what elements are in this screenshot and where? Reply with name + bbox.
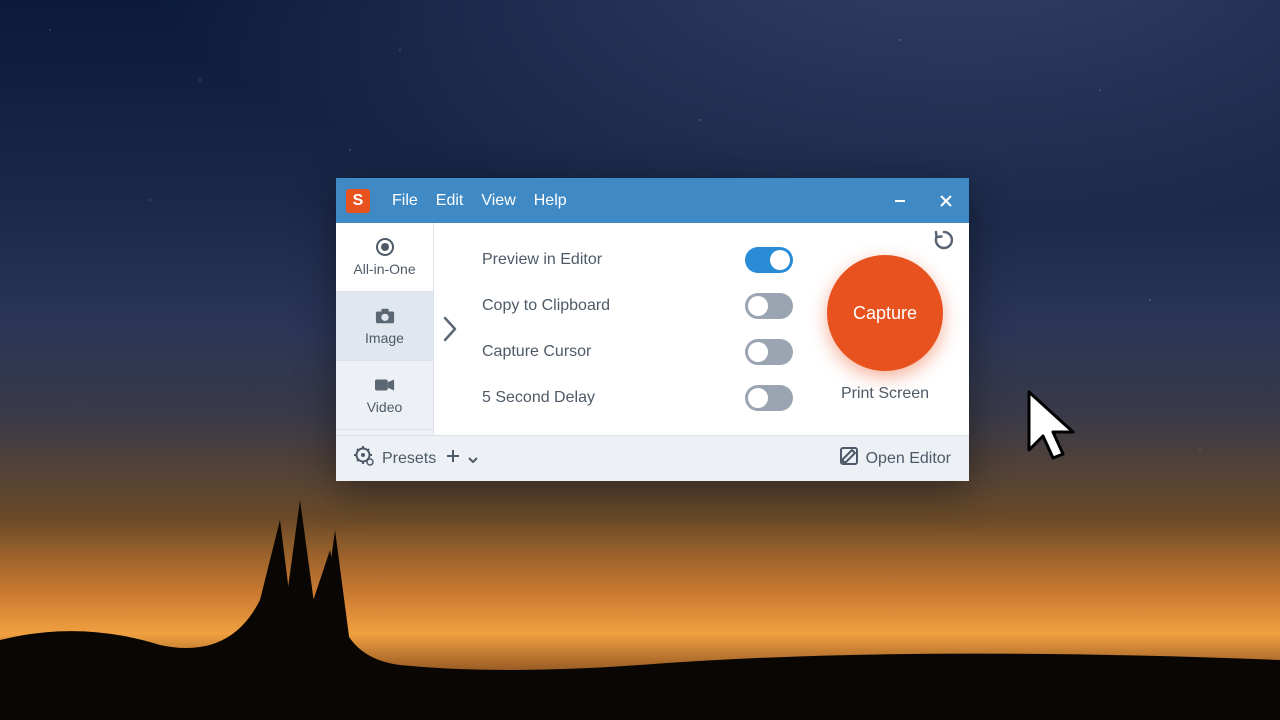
option-label: Preview in Editor <box>482 251 602 269</box>
gear-icon <box>354 446 374 471</box>
toggle-capture-cursor[interactable] <box>745 339 793 365</box>
desktop-background-silhouette <box>0 460 1280 720</box>
toggle-copy-to-clipboard[interactable] <box>745 293 793 319</box>
capture-column: Capture Print Screen <box>801 223 969 435</box>
target-icon <box>375 237 395 257</box>
add-preset-button[interactable] <box>446 449 478 468</box>
menu-edit[interactable]: Edit <box>436 192 464 210</box>
open-editor-label: Open Editor <box>866 450 951 468</box>
menu-help[interactable]: Help <box>534 192 567 210</box>
capture-hotkey-label[interactable]: Print Screen <box>841 385 929 403</box>
camera-icon <box>375 306 395 326</box>
sidebar-item-label: All-in-One <box>353 261 415 277</box>
capture-button[interactable]: Capture <box>827 255 943 371</box>
options-panel: Preview in Editor Copy to Clipboard Capt… <box>466 223 801 435</box>
sidebar-item-all-in-one[interactable]: All-in-One <box>336 223 433 292</box>
option-label: Copy to Clipboard <box>482 297 610 315</box>
mode-sidebar: All-in-One Image Video <box>336 223 434 435</box>
edit-icon <box>840 447 858 470</box>
presets-label: Presets <box>382 450 436 468</box>
chevron-down-icon <box>468 450 478 468</box>
toggle-preview-in-editor[interactable] <box>745 247 793 273</box>
footer-bar: Presets Open Editor <box>336 435 969 481</box>
toggle-5-second-delay[interactable] <box>745 385 793 411</box>
menu-bar: File Edit View Help <box>392 192 567 210</box>
option-label: 5 Second Delay <box>482 389 595 407</box>
app-logo-icon: S <box>346 189 370 213</box>
sidebar-item-image[interactable]: Image <box>336 292 433 361</box>
undo-icon[interactable] <box>933 229 955 256</box>
chevron-right-icon <box>434 223 466 435</box>
sidebar-item-label: Image <box>365 330 404 346</box>
app-window: S File Edit View Help All-in-One <box>336 178 969 481</box>
titlebar[interactable]: S File Edit View Help <box>336 178 969 223</box>
minimize-button[interactable] <box>877 178 923 223</box>
plus-icon <box>446 449 460 468</box>
video-icon <box>375 375 395 395</box>
option-label: Capture Cursor <box>482 343 591 361</box>
sidebar-item-label: Video <box>367 399 403 415</box>
menu-view[interactable]: View <box>481 192 515 210</box>
sidebar-item-video[interactable]: Video <box>336 361 433 430</box>
open-editor-button[interactable]: Open Editor <box>840 447 951 470</box>
presets-button[interactable]: Presets <box>354 446 436 471</box>
menu-file[interactable]: File <box>392 192 418 210</box>
close-button[interactable] <box>923 178 969 223</box>
